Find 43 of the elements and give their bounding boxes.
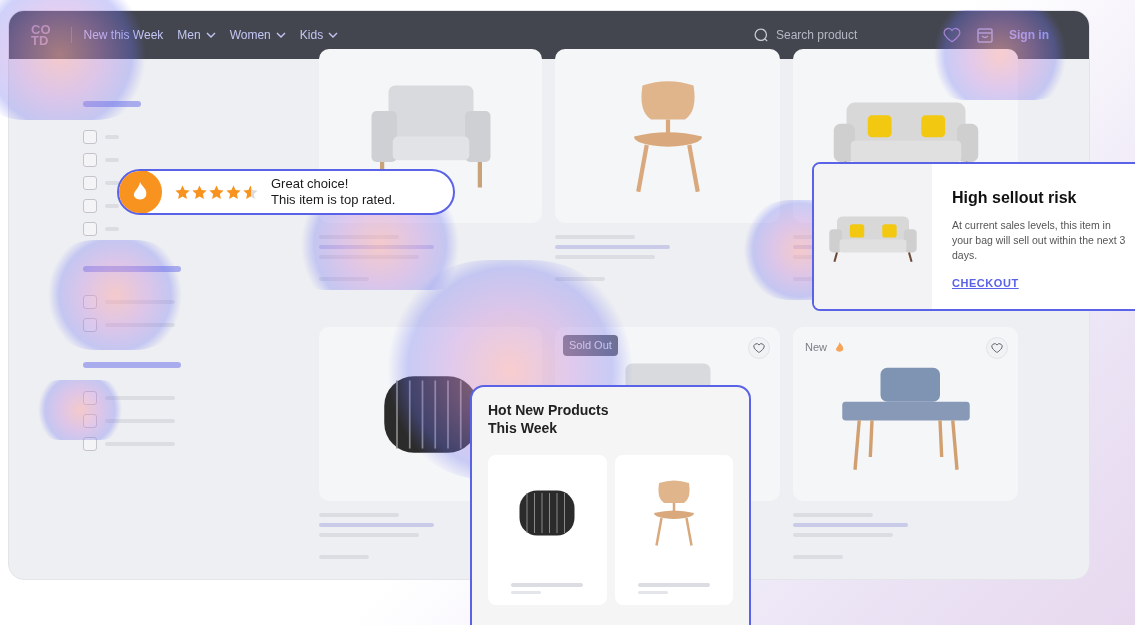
favorite-button[interactable] <box>748 337 770 359</box>
heart-icon <box>943 26 961 44</box>
chevron-down-icon <box>205 32 216 38</box>
placeholder-heading-bar <box>83 101 141 107</box>
bag-icon <box>977 27 993 43</box>
filter-checkbox[interactable] <box>83 199 97 213</box>
filter-checkbox[interactable] <box>83 130 97 144</box>
wishlist-button[interactable] <box>943 26 961 44</box>
filter-checkbox[interactable] <box>83 295 97 309</box>
nav-menu-item[interactable]: Kids <box>299 26 339 44</box>
star-icon <box>191 183 208 201</box>
heart-icon <box>753 342 765 354</box>
star-icon <box>208 183 225 201</box>
filter-checkbox[interactable] <box>83 176 97 190</box>
nav-menu-item[interactable]: Men <box>177 26 216 44</box>
card-text: At current sales levels, this item in your bag will sell out within the next 3 days. <box>952 218 1127 263</box>
product-card[interactable]: New <box>793 327 1018 501</box>
nav-menu-item[interactable]: New this Week <box>83 26 164 44</box>
filter-checkbox[interactable] <box>83 153 97 167</box>
nav-menu-item[interactable]: Women <box>229 26 286 44</box>
new-tag: New <box>805 339 827 356</box>
star-icon <box>174 183 191 201</box>
chevron-down-icon <box>328 32 339 38</box>
sold-out-badge: Sold Out <box>563 335 618 356</box>
mini-product-card[interactable] <box>488 455 607 605</box>
filter-checkbox[interactable] <box>83 437 97 451</box>
filter-checkbox[interactable] <box>83 414 97 428</box>
checkout-link[interactable]: CHECKOUT <box>952 275 1019 292</box>
toast-title: Great choice! <box>271 176 350 192</box>
search-field[interactable]: Search product <box>753 26 903 44</box>
card-title: High sellout risk <box>952 188 1078 208</box>
heart-icon <box>991 342 1003 354</box>
favorite-button[interactable] <box>986 337 1008 359</box>
card-title: Hot New Products This Week <box>488 401 610 437</box>
chevron-down-icon <box>275 32 286 38</box>
star-icon <box>225 183 242 201</box>
star-icon <box>242 183 259 201</box>
bag-button[interactable] <box>977 27 993 43</box>
toast-text: This item is top rated. <box>271 192 396 208</box>
filter-checkbox[interactable] <box>83 318 97 332</box>
filter-checkbox[interactable] <box>83 391 97 405</box>
filter-checkbox[interactable] <box>83 222 97 236</box>
search-icon <box>753 26 770 44</box>
